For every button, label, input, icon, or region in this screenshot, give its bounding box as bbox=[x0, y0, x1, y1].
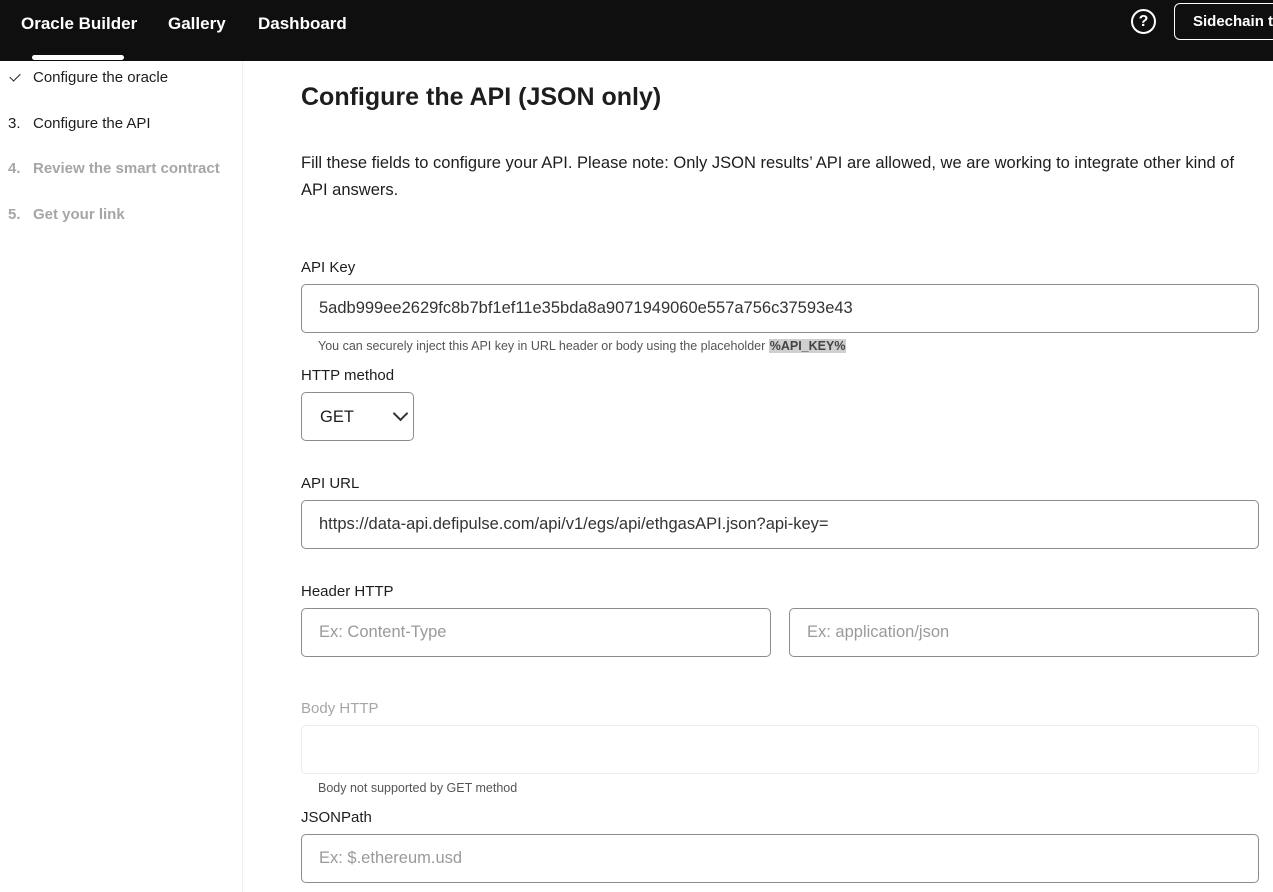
header-http-label: Header HTTP bbox=[301, 583, 394, 600]
api-url-label: API URL bbox=[301, 475, 360, 492]
api-key-input[interactable] bbox=[301, 284, 1259, 333]
nav-gallery[interactable]: Gallery bbox=[168, 14, 226, 34]
api-key-placeholder-code: %API_KEY% bbox=[768, 339, 847, 353]
step-get-link: 5. Get your link bbox=[8, 206, 125, 224]
jsonpath-label: JSONPath bbox=[301, 809, 372, 826]
step-number: 4. bbox=[8, 160, 21, 177]
page-title: Configure the API (JSON only) bbox=[301, 83, 662, 111]
step-number: 5. bbox=[8, 206, 21, 223]
question-circle-icon[interactable]: ? bbox=[1131, 9, 1156, 34]
api-key-label: API Key bbox=[301, 259, 356, 276]
api-url-input[interactable] bbox=[301, 500, 1259, 549]
nav-oracle-builder[interactable]: Oracle Builder bbox=[21, 14, 137, 34]
header-value-input[interactable] bbox=[789, 608, 1259, 657]
jsonpath-input[interactable] bbox=[301, 834, 1259, 883]
steps-sidebar: Configure the oracle 3. Configure the API… bbox=[0, 61, 243, 892]
step-label: Review the smart contract bbox=[33, 160, 220, 177]
nav-dashboard[interactable]: Dashboard bbox=[258, 14, 347, 34]
step-label: Configure the API bbox=[33, 115, 151, 132]
body-http-hint: Body not supported by GET method bbox=[318, 781, 518, 795]
step-label: Configure the oracle bbox=[33, 69, 169, 86]
step-label: Get your link bbox=[33, 206, 125, 223]
http-method-label: HTTP method bbox=[301, 367, 395, 384]
chevron-down-icon bbox=[392, 405, 409, 422]
http-method-value: GET bbox=[320, 408, 354, 426]
http-method-select[interactable]: GET bbox=[301, 392, 414, 441]
api-key-hint-text: You can securely inject this API key in … bbox=[318, 339, 769, 353]
intro-text: Fill these fields to configure your API.… bbox=[301, 154, 1235, 199]
body-http-label: Body HTTP bbox=[301, 700, 379, 717]
step-number: 3. bbox=[8, 115, 21, 132]
header-key-input[interactable] bbox=[301, 608, 771, 657]
step-configure-api[interactable]: 3. Configure the API bbox=[8, 115, 151, 133]
step-configure-oracle[interactable]: Configure the oracle bbox=[8, 69, 168, 87]
body-http-input bbox=[301, 725, 1259, 774]
top-navbar: Oracle Builder Gallery Dashboard ? Sidec… bbox=[0, 0, 1273, 61]
sidechain-button[interactable]: Sidechain te bbox=[1174, 3, 1273, 40]
api-key-hint: You can securely inject this API key in … bbox=[318, 339, 847, 354]
check-icon bbox=[9, 70, 21, 82]
step-review-contract: 4. Review the smart contract bbox=[8, 160, 220, 178]
nav-active-indicator bbox=[32, 55, 124, 60]
